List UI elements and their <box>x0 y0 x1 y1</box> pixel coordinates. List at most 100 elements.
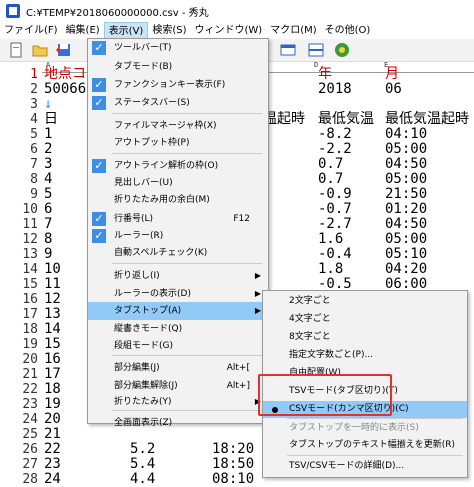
shortcut-label: F12 <box>233 214 250 224</box>
menu-item-label: タブストップのテキスト幅揃えを更新(R) <box>289 440 456 450</box>
table-cell: 08:10 <box>212 471 255 487</box>
table-cell: 21 <box>44 426 61 442</box>
view-menu-item[interactable]: 折りたたみ用の余白(M) <box>88 191 268 209</box>
menu-edit[interactable]: 編集(E) <box>62 22 104 39</box>
tabstop-menu-item[interactable]: 指定文字数ごと(P)... <box>263 347 467 364</box>
view-menu-item[interactable]: アウトプット枠(P) <box>88 134 268 152</box>
tabstop-menu-item[interactable]: 8文字ごと <box>263 329 467 346</box>
table-cell: 24 <box>44 471 61 487</box>
submenu-arrow-icon: ▶ <box>254 289 261 298</box>
menu-item-label: TSV/CSVモードの詳細(D)... <box>289 461 405 471</box>
line-number: 16 <box>22 292 38 307</box>
split-icon[interactable] <box>308 42 324 58</box>
menu-item-label: 2文字ごと <box>289 296 331 306</box>
table-cell: 04:50 <box>385 216 428 232</box>
menu-macro[interactable]: マクロ(M) <box>266 22 320 39</box>
view-menu-item[interactable]: 段組モード(G) <box>88 337 268 355</box>
table-cell: -8.2 <box>318 126 352 142</box>
line-number: 27 <box>22 457 38 472</box>
menu-item-label: タブモード(B) <box>114 62 173 72</box>
view-menu-item[interactable]: ✓ ルーラー(R) <box>88 227 268 245</box>
menu-file[interactable]: ファイル(F) <box>0 22 62 39</box>
view-menu-item[interactable]: タブモード(B) <box>88 58 268 76</box>
menu-search[interactable]: 検索(S) <box>148 22 190 39</box>
tabstop-menu-item[interactable]: 2文字ごと <box>263 293 467 310</box>
table-cell: 18:50 <box>212 456 255 472</box>
save-icon[interactable] <box>56 42 72 58</box>
open-folder-icon[interactable] <box>32 42 48 58</box>
line-number: 7 <box>30 157 38 172</box>
table-cell: 2 <box>44 141 53 157</box>
line-number: 6 <box>30 142 38 157</box>
view-menu: ✓ ツールバー(T) タブモード(B) ✓ ファンクションキー表示(F) ✓ ステータスバー… <box>87 38 269 428</box>
table-cell: 05:00 <box>385 231 428 247</box>
menu-view[interactable]: 表示(V) <box>103 22 149 39</box>
menu-item-label: 段組モード(G) <box>114 341 173 351</box>
menu-other[interactable]: その他(O) <box>321 22 375 39</box>
table-cell: 05:00 <box>385 171 428 187</box>
menu-item-label: ルーラーの表示(D) <box>114 289 191 299</box>
menu-bar: ファイル(F) 編集(E) 表示(V) 検索(S) ウィンドウ(W) マクロ(M… <box>0 22 474 39</box>
table-cell: 01:20 <box>385 201 428 217</box>
table-cell: 6 <box>44 201 53 217</box>
view-menu-item[interactable]: 全画面表示(Z) <box>88 414 268 432</box>
table-cell: 20 <box>44 411 61 427</box>
line-number: 9 <box>30 187 38 202</box>
line-number: 8 <box>30 172 38 187</box>
menu-item-label: 4文字ごと <box>289 314 331 324</box>
line-number: 18 <box>22 322 38 337</box>
view-menu-item[interactable]: ルーラーの表示(D) ▶ <box>88 285 268 303</box>
view-menu-item[interactable]: 部分編集(J) Alt+[ <box>88 359 268 377</box>
table-cell: 18:20 <box>212 441 255 457</box>
menu-item-label: 8文字ごと <box>289 332 331 342</box>
tabstop-menu-item[interactable]: 4文字ごと <box>263 311 467 328</box>
view-menu-item[interactable]: 自動スペルチェック(K) <box>88 244 268 262</box>
view-menu-item[interactable]: ✓ ツールバー(T) <box>88 39 268 57</box>
view-menu-item[interactable]: ✓ ファンクションキー表示(F) <box>88 76 268 94</box>
menu-item-label: ルーラー(R) <box>114 231 164 241</box>
table-cell: 温起時 <box>263 111 305 127</box>
table-cell: 05:00 <box>385 141 428 157</box>
view-menu-item[interactable]: ✓ 行番号(L) F12 <box>88 210 268 228</box>
table-cell: 14 <box>44 321 61 337</box>
menu-item-label: タブストップ(A) <box>114 306 182 316</box>
new-file-icon[interactable] <box>8 42 24 58</box>
table-cell: 9 <box>44 246 53 262</box>
menu-item-label: 折りたたみ(Y) <box>114 397 172 407</box>
line-number: 25 <box>22 427 38 442</box>
line-number: 10 <box>22 202 38 217</box>
view-menu-item[interactable]: ✓ ステータスバー(S) <box>88 94 268 112</box>
help-icon[interactable] <box>334 42 350 58</box>
menu-item-label: タブストップを一時的に表示(S) <box>289 423 419 433</box>
table-cell: 4.4 <box>130 471 156 487</box>
menu-item-label: 自動スペルチェック(K) <box>114 248 208 258</box>
view-menu-item[interactable]: 折りたたみ(Y) ▶ <box>88 393 268 411</box>
checkmark-icon: ✓ <box>92 78 106 92</box>
view-menu-item[interactable]: タブストップ(A) ▶ <box>88 302 268 320</box>
table-cell: 05:10 <box>385 246 428 262</box>
table-cell: 18 <box>44 381 61 397</box>
table-cell: 22 <box>44 441 61 457</box>
view-menu-item[interactable]: 折り返し(I) ▶ <box>88 267 268 285</box>
window-icon[interactable] <box>280 42 296 58</box>
table-cell: 10 <box>44 261 61 277</box>
table-cell: -0.4 <box>318 246 352 262</box>
menu-item-label: アウトプット枠(P) <box>114 138 190 148</box>
table-cell: 5 <box>44 186 53 202</box>
menu-item-label: 見出しバー(U) <box>114 178 173 188</box>
app-icon <box>6 4 20 18</box>
table-cell: -0.9 <box>318 186 352 202</box>
view-menu-item[interactable]: 縦書きモード(Q) <box>88 320 268 338</box>
view-menu-item[interactable]: ✓ アウトライン解析の枠(O) <box>88 157 268 175</box>
view-menu-item[interactable]: 見出しバー(U) <box>88 174 268 192</box>
table-cell: 15 <box>44 336 61 352</box>
shortcut-label: Alt+[ <box>226 363 250 373</box>
menu-separator <box>112 113 262 114</box>
table-cell: 50066 <box>44 81 87 97</box>
tabstop-menu-item[interactable]: TSV/CSVモードの詳細(D)... <box>263 458 467 475</box>
tabstop-menu-item[interactable]: タブストップのテキスト幅揃えを更新(R) <box>263 437 467 454</box>
menu-item-label: ファンクションキー表示(F) <box>114 80 226 90</box>
tabstop-menu-item: タブストップを一時的に表示(S) <box>263 420 467 437</box>
view-menu-item[interactable]: ファイルマネージャ枠(X) <box>88 117 268 135</box>
menu-window[interactable]: ウィンドウ(W) <box>191 22 267 39</box>
